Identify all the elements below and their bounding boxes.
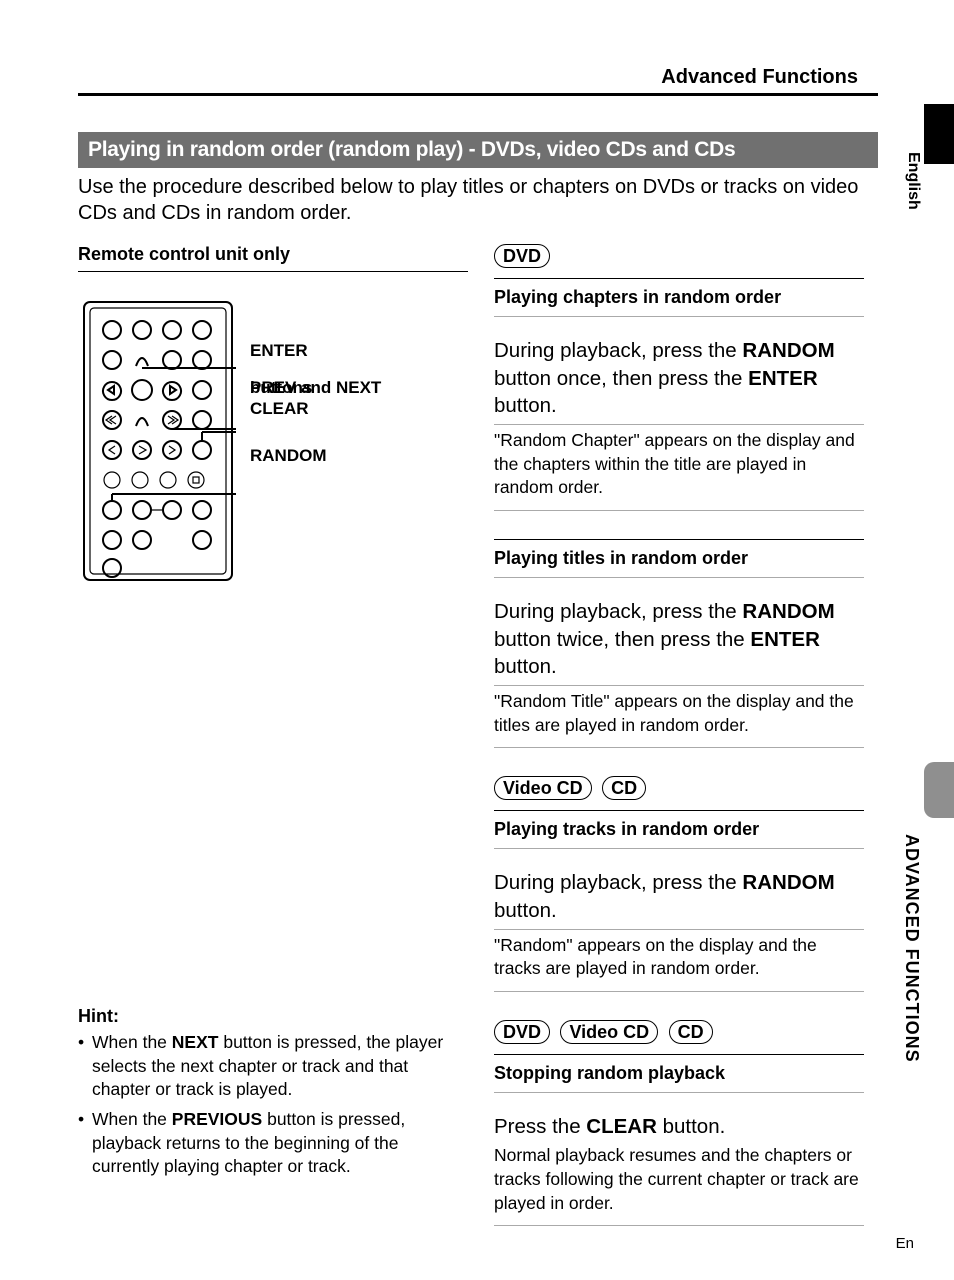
pill-cd-2: CD [669,1020,713,1044]
hint-item-1: When the NEXT button is pressed, the pla… [78,1031,468,1102]
hint-title: Hint: [78,1006,468,1027]
remote-control-icon [78,296,238,586]
desc-chapters: "Random Chapter" appears on the display … [494,429,864,511]
step-stop: Press the CLEAR button. [494,1113,864,1141]
desc-tracks: "Random" appears on the display and the … [494,934,864,992]
heading-tracks: Playing tracks in random order [494,810,864,849]
step-titles: During playback, press the RANDOM button… [494,598,864,686]
block-dvd-chapters: DVD Playing chapters in random order Dur… [494,244,864,511]
language-tab: English [904,152,922,210]
hint-item-2: When the PREVIOUS button is pressed, pla… [78,1108,468,1179]
block-stop-random: DVD Video CD CD Stopping random playback… [494,1020,864,1227]
label-enter: ENTER [250,342,381,361]
edge-grey-tab [924,762,954,818]
desc-titles: "Random Title" appears on the display an… [494,690,864,748]
remote-only-label: Remote control unit only [78,244,468,272]
pill-videocd-2: Video CD [560,1020,658,1044]
remote-diagram-wrap: ENTER PREV and NEXT buttons CLEAR RANDOM [78,296,468,586]
edge-black-tab [924,104,954,164]
hint-box: Hint: When the NEXT button is pressed, t… [78,1006,468,1179]
section-tab: ADVANCED FUNCTIONS [901,834,922,1063]
pill-dvd: DVD [494,244,550,268]
heading-titles: Playing titles in random order [494,539,864,578]
label-random: RANDOM [250,447,381,466]
section-heading-bar: Playing in random order (random play) - … [78,132,878,168]
right-column: DVD Playing chapters in random order Dur… [494,244,864,1226]
pill-videocd: Video CD [494,776,592,800]
heading-stop: Stopping random playback [494,1054,864,1093]
step-chapters: During playback, press the RANDOM button… [494,337,864,425]
step-tracks: During playback, press the RANDOM button… [494,869,864,929]
two-column-layout: Remote control unit only [78,244,878,1226]
pill-cd: CD [602,776,646,800]
block-vcd-cd-tracks: Video CD CD Playing tracks in random ord… [494,776,864,992]
page-title: Advanced Functions [78,66,878,96]
block-dvd-titles: Playing titles in random order During pl… [494,539,864,748]
left-column: Remote control unit only [78,244,468,1226]
page-footer-code: En [896,1235,914,1252]
intro-text: Use the procedure described below to pla… [78,174,878,226]
pill-dvd-2: DVD [494,1020,550,1044]
desc-stop: Normal playback resumes and the chapters… [494,1144,864,1226]
heading-chapters: Playing chapters in random order [494,278,864,317]
remote-button-labels: ENTER PREV and NEXT buttons CLEAR RANDOM [250,296,381,483]
label-clear: CLEAR [250,400,381,419]
